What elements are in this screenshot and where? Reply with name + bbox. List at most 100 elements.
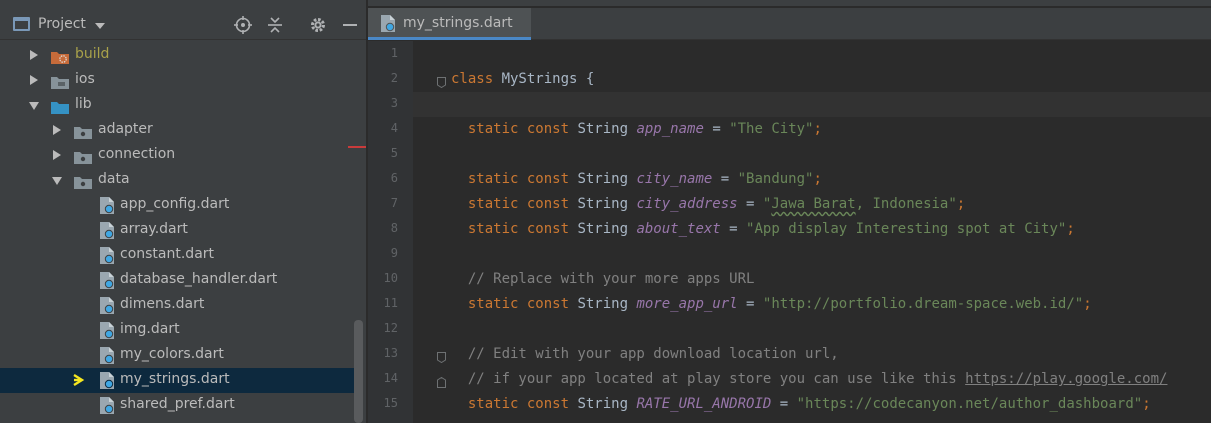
fold-marker-icon[interactable] [437, 73, 446, 89]
code-line[interactable]: 1 [368, 42, 1211, 67]
tree-item-file[interactable]: img.dart [0, 318, 354, 343]
code-token: // Edit with your app download location … [451, 346, 839, 362]
tree-item-label: ios [75, 71, 95, 87]
line-number: 2 [390, 71, 398, 85]
line-number: 1 [390, 46, 398, 60]
gear-icon[interactable] [309, 16, 327, 34]
code-line[interactable]: 4 static const String app_name = "The Ci… [368, 117, 1211, 142]
collapse-all-icon[interactable] [266, 16, 284, 34]
line-number: 13 [383, 346, 398, 360]
code-token: static const [451, 196, 578, 212]
tree-item-label: connection [98, 146, 176, 162]
project-view-selector[interactable]: Project [38, 16, 86, 32]
collapse-arrow-icon[interactable] [52, 177, 62, 185]
crosshair-icon[interactable] [234, 16, 252, 34]
code-line[interactable]: 10 // Replace with your more apps URL [368, 267, 1211, 292]
code-token: static const [451, 221, 578, 237]
code-text: static const String RATE_URL_ANDROID = "… [451, 396, 1151, 412]
code-line[interactable]: 8 static const String about_text = "App … [368, 217, 1211, 242]
chevron-down-icon[interactable] [95, 23, 105, 29]
code-line[interactable]: 9 [368, 242, 1211, 267]
tree-item-label: array.dart [120, 221, 188, 237]
code-text: static const String app_name = "The City… [451, 121, 822, 137]
tree-item-file[interactable]: shared_pref.dart [0, 393, 354, 418]
tree-item-connection[interactable]: connection [0, 143, 354, 168]
folder-icon [51, 74, 69, 89]
code-token: = [703, 121, 730, 137]
code-token: String [577, 171, 637, 187]
tree-item-label: database_handler.dart [120, 271, 278, 287]
dart-file-icon [99, 221, 115, 240]
tree-item-file-selected[interactable]: my_strings.dart [0, 368, 354, 393]
line-number: 12 [383, 321, 398, 335]
code-token: = [737, 296, 763, 312]
line-number: 7 [390, 196, 398, 210]
code-line[interactable]: 2 class MyStrings { [368, 67, 1211, 92]
code-line[interactable]: 12 [368, 317, 1211, 342]
code-text: // if your app located at play store you… [451, 371, 1168, 387]
tree-item-adapter[interactable]: adapter [0, 118, 354, 143]
code-line[interactable]: 13 // Edit with your app download locati… [368, 342, 1211, 367]
code-line[interactable]: 15 static const String RATE_URL_ANDROID … [368, 392, 1211, 417]
code-editor[interactable]: 1 2 class MyStrings {3 4 static const Strin… [368, 41, 1211, 423]
code-token: ; [813, 121, 822, 137]
code-token: = [771, 396, 797, 412]
tree-item-label: adapter [98, 121, 153, 137]
expand-arrow-icon[interactable] [30, 50, 38, 60]
code-token: RATE_URL_ANDROID [636, 396, 772, 412]
code-token: city_name [636, 171, 713, 187]
tree-item-label: shared_pref.dart [120, 396, 235, 412]
code-line[interactable]: 5 [368, 142, 1211, 167]
code-token: static const [451, 396, 578, 412]
code-text: static const String city_address = "Jawa… [451, 196, 965, 212]
tree-item-file[interactable]: dimens.dart [0, 293, 354, 318]
dart-file-icon [99, 396, 115, 415]
code-line[interactable]: 7 static const String city_address = "Ja… [368, 192, 1211, 217]
tree-item-data[interactable]: data [0, 168, 354, 193]
dart-file-icon [99, 196, 115, 215]
code-token: app_name [636, 121, 704, 137]
code-line[interactable]: 3 [368, 92, 1211, 117]
code-token: ; [813, 171, 822, 187]
code-line[interactable]: 11 static const String more_app_url = "h… [368, 292, 1211, 317]
line-number: 9 [390, 246, 398, 260]
code-line[interactable]: 6 static const String city_name = "Bandu… [368, 167, 1211, 192]
project-scrollbar[interactable] [354, 320, 363, 423]
line-number: 10 [383, 271, 398, 285]
code-token: , Indonesia" [855, 196, 957, 212]
tree-item-file[interactable]: array.dart [0, 218, 354, 243]
code-token: = [737, 196, 763, 212]
tab-my-strings[interactable]: my_strings.dart [368, 8, 531, 40]
code-token: about_text [636, 221, 721, 237]
tree-item-file[interactable]: constant.dart [0, 243, 354, 268]
code-token: MyStrings { [501, 71, 595, 87]
expand-arrow-icon[interactable] [53, 150, 61, 160]
project-panel-header: Project [0, 8, 366, 40]
code-text: static const String city_name = "Bandung… [451, 171, 822, 187]
tree-item-file[interactable]: my_colors.dart [0, 343, 354, 368]
yellow-arrow-icon [72, 372, 90, 388]
code-line[interactable]: 14 // if your app located at play store … [368, 367, 1211, 392]
collapse-arrow-icon[interactable] [29, 102, 39, 110]
tree-item-ios[interactable]: ios [0, 68, 354, 93]
code-token: static const [451, 171, 578, 187]
package-folder-icon [74, 124, 92, 139]
expand-arrow-icon[interactable] [30, 75, 38, 85]
tree-item-label: my_colors.dart [120, 346, 224, 362]
code-token: ; [1142, 396, 1151, 412]
code-token: static const [451, 296, 578, 312]
tree-item-file[interactable]: app_config.dart [0, 193, 354, 218]
fold-marker-icon[interactable] [437, 348, 446, 364]
fold-marker-icon[interactable] [437, 373, 446, 388]
line-number: 15 [383, 396, 398, 410]
code-text: // Replace with your more apps URL [451, 271, 755, 287]
expand-arrow-icon[interactable] [53, 125, 61, 135]
tree-item-lib[interactable]: lib [0, 93, 354, 118]
tree-item-build[interactable]: build [0, 43, 354, 68]
code-token: String [577, 396, 637, 412]
tree-item-file[interactable]: database_handler.dart [0, 268, 354, 293]
code-token: "http://portfolio.dream-space.web.id/" [762, 296, 1084, 312]
code-token: String [577, 296, 637, 312]
code-token: ; [1083, 296, 1092, 312]
minimize-icon[interactable] [341, 16, 359, 34]
